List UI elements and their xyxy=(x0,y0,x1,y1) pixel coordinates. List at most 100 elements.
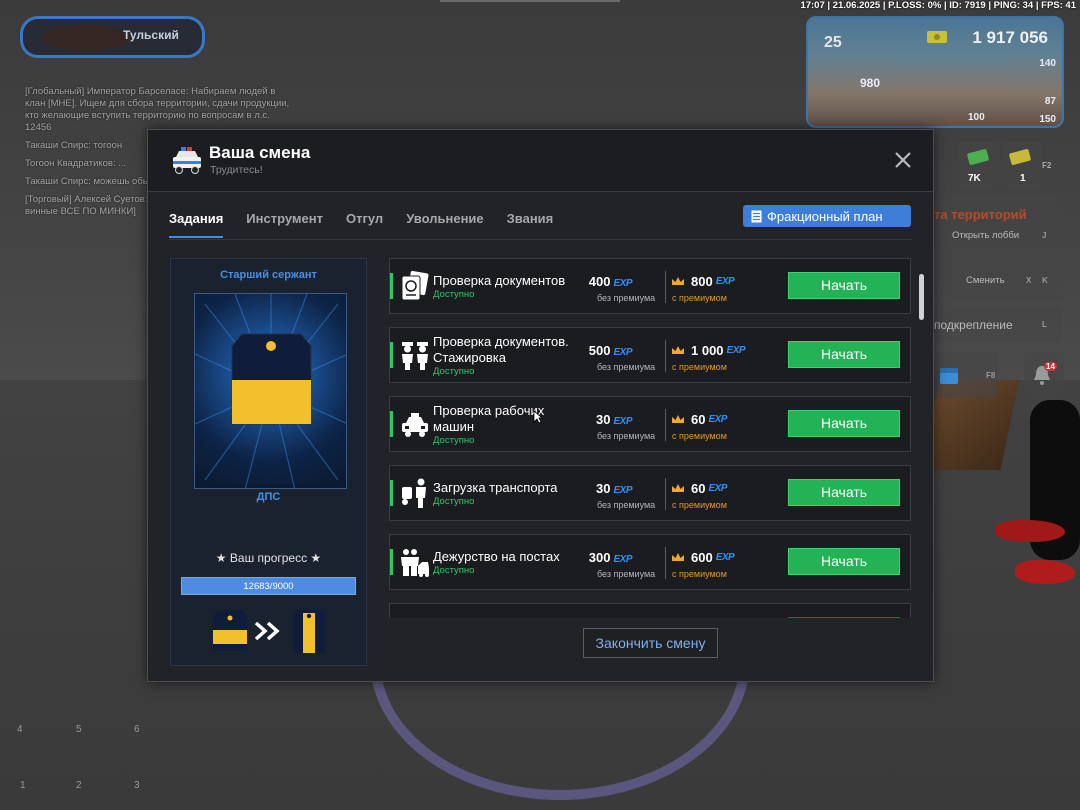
hotbar-slot[interactable]: 5 xyxy=(76,724,82,735)
task-row: Проверка документов. Стажировка Доступно… xyxy=(389,327,911,383)
shield-value: 150 xyxy=(1039,114,1056,125)
tab-tools[interactable]: Инструмент xyxy=(246,208,323,238)
modal-subtitle: Трудитесь! xyxy=(210,164,263,176)
cash-icon xyxy=(927,31,947,43)
passport-icon xyxy=(401,270,429,301)
available-indicator xyxy=(390,273,393,299)
progress-bar: 12683/9000 xyxy=(181,577,356,595)
faction-plan-label: Фракционный план xyxy=(767,208,883,224)
shoulder-strap-icon xyxy=(195,294,346,488)
crown-icon xyxy=(672,415,684,423)
tab-bar: Задания Инструмент Отгул Увольнение Зван… xyxy=(169,208,576,240)
start-task-button[interactable]: Начать xyxy=(788,341,900,368)
hotkey-label: F8 xyxy=(986,371,996,380)
exp-value: 400 EXP xyxy=(588,274,633,289)
task-row: Проверка документов Доступно 400 EXP без … xyxy=(389,258,911,314)
hotkey-label: F2 xyxy=(1042,161,1052,170)
task-row-partial xyxy=(389,603,911,618)
hotkey-label: K xyxy=(1042,276,1048,285)
modal-title: Ваша смена xyxy=(209,143,311,162)
exp-premium-value: 800 EXP xyxy=(671,274,735,289)
hotbar-slot[interactable]: 3 xyxy=(134,780,140,791)
exp-premium-value: 1 000 EXP xyxy=(671,343,746,358)
exp-value: 30 EXP xyxy=(596,481,632,496)
tab-resignation[interactable]: Увольнение xyxy=(406,208,483,238)
exp-value: 300 EXP xyxy=(588,550,633,565)
hotbar: 4 5 6 1 2 3 xyxy=(14,720,164,800)
tab-tasks[interactable]: Задания xyxy=(169,208,224,238)
available-indicator xyxy=(390,342,393,368)
change-label[interactable]: Сменить xyxy=(966,275,1005,286)
crown-icon xyxy=(672,277,684,285)
task-status: Доступно xyxy=(433,496,475,507)
player-badge: Тульский xyxy=(20,16,205,58)
hotkey-label: L xyxy=(1042,320,1047,329)
without-premium-label: без премиума xyxy=(597,431,656,441)
top-indicator-bar xyxy=(440,0,620,2)
stat-value: 140 xyxy=(1039,58,1056,69)
modal-header: Ваша смена Трудитесь! xyxy=(148,130,933,192)
item-count: 1 xyxy=(1020,173,1026,184)
task-list[interactable]: Проверка документов Доступно 400 EXP без … xyxy=(389,258,911,618)
calendar-icon[interactable] xyxy=(938,364,960,386)
end-shift-button[interactable]: Закончить смену xyxy=(583,628,718,658)
hotbar-slot[interactable]: 4 xyxy=(17,724,23,735)
start-task-button-partial[interactable] xyxy=(788,617,900,618)
hotkey-label: X xyxy=(1026,276,1032,285)
start-task-button[interactable]: Начать xyxy=(788,479,900,506)
exp-value: 500 EXP xyxy=(588,343,633,358)
task-name: Проверка документов. Стажировка xyxy=(433,334,569,365)
reinforcement-label[interactable]: подкрепление xyxy=(934,318,1013,332)
rank-title: Старший сержант xyxy=(220,269,317,281)
progress-title: ★ Ваш прогресс ★ xyxy=(215,551,322,565)
hotbar-slot[interactable]: 6 xyxy=(134,724,140,735)
chat-message: [Глобальный] Император Барселасе: Набира… xyxy=(25,86,290,133)
crown-icon xyxy=(672,346,684,354)
available-indicator xyxy=(390,411,393,437)
exp-premium-value: 600 EXP xyxy=(671,550,735,565)
task-status: Доступно xyxy=(433,366,475,377)
police-car-icon xyxy=(173,147,201,174)
start-task-button[interactable]: Начать xyxy=(788,548,900,575)
armor-value: 87 xyxy=(1044,96,1056,107)
tabs-divider xyxy=(169,239,912,240)
task-name: Проверка рабочих машин xyxy=(433,403,545,434)
current-rank-icon xyxy=(213,610,247,651)
with-premium-label: с премиумом xyxy=(672,569,727,579)
level-value: 25 xyxy=(824,34,842,51)
hotbar-slot[interactable]: 2 xyxy=(76,780,82,791)
crown-icon xyxy=(672,484,684,492)
character-shoe xyxy=(995,520,1065,542)
exp-premium-value: 60 EXP xyxy=(671,412,727,427)
character-shoe xyxy=(1015,560,1075,584)
crown-icon xyxy=(672,553,684,561)
close-icon[interactable] xyxy=(893,150,913,170)
tab-day-off[interactable]: Отгул xyxy=(346,208,383,238)
exp-premium-value: 60 EXP xyxy=(671,481,727,496)
hotkey-label: J xyxy=(1042,231,1047,240)
officers-icon xyxy=(402,342,428,370)
task-status: Доступно xyxy=(433,435,475,446)
shift-modal: Ваша смена Трудитесь! Задания Инструмент… xyxy=(147,129,934,682)
task-status: Доступно xyxy=(433,565,475,576)
task-name: Дежурство на постах xyxy=(433,549,560,564)
progress-text: 12683/9000 xyxy=(243,581,294,592)
hotbar-slot[interactable]: 1 xyxy=(20,780,26,791)
task-row: Проверка рабочих машин Доступно 30 EXP бе… xyxy=(389,396,911,452)
task-list-scrollbar[interactable] xyxy=(919,274,924,320)
task-name: Загрузка транспорта xyxy=(433,480,558,495)
start-task-button[interactable]: Начать xyxy=(788,272,900,299)
faction-plan-button[interactable]: Фракционный план xyxy=(743,205,911,227)
loading-icon xyxy=(402,478,426,508)
tab-ranks[interactable]: Звания xyxy=(507,208,554,238)
without-premium-label: без премиума xyxy=(597,569,656,579)
task-row: Загрузка транспорта Доступно 30 EXP без п… xyxy=(389,465,911,521)
with-premium-label: с премиумом xyxy=(672,362,727,372)
without-premium-label: без премиума xyxy=(597,500,656,510)
open-lobby-label[interactable]: Открыть лобби xyxy=(952,230,1019,241)
exp-value: 30 EXP xyxy=(596,412,632,427)
player-name: Тульский xyxy=(123,28,179,42)
stat-value: 980 xyxy=(860,76,881,90)
start-task-button[interactable]: Начать xyxy=(788,410,900,437)
stat-value: 100 xyxy=(968,112,985,123)
